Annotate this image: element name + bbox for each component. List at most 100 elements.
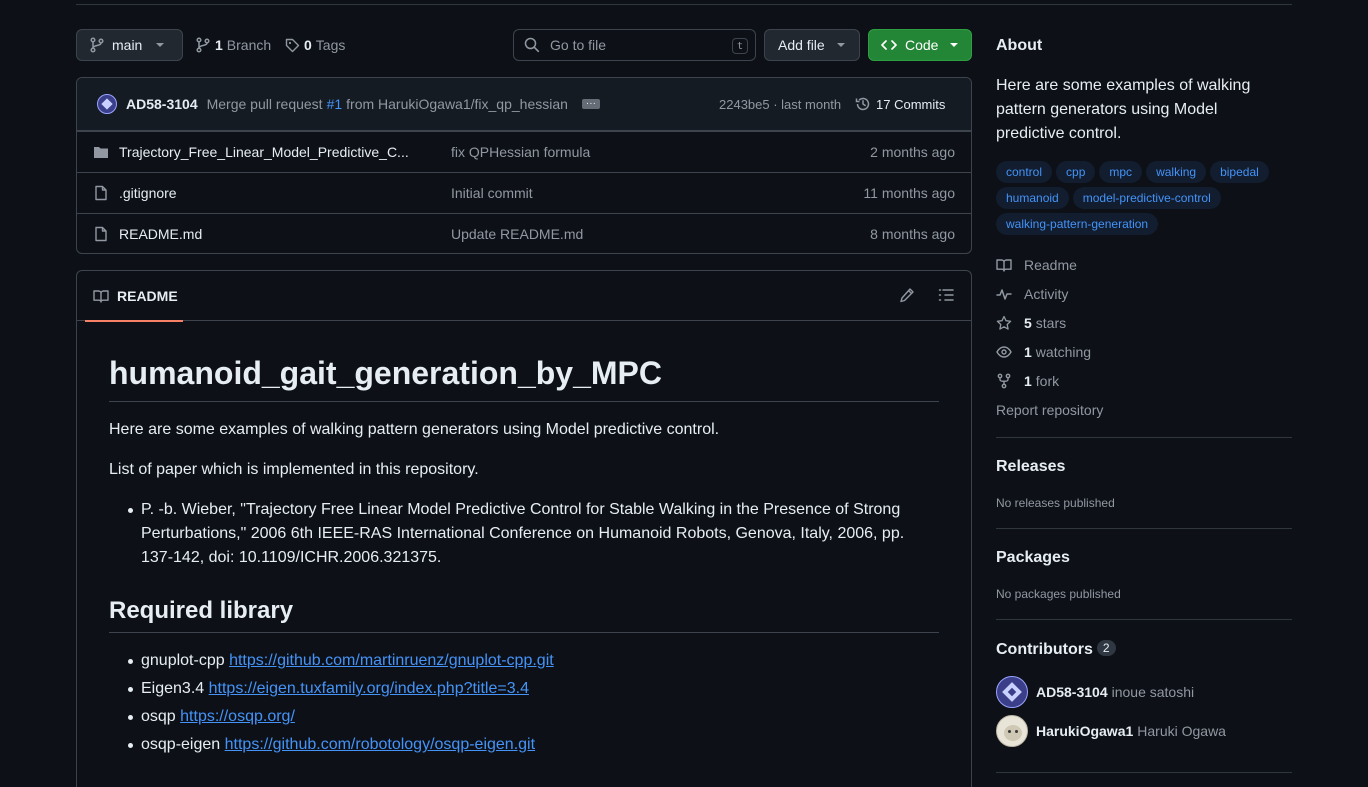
list-item: Eigen3.4 https://eigen.tuxfamily.org/ind… [128,677,939,701]
forks-link[interactable]: 1 fork [996,373,1059,389]
file-name[interactable]: README.md [119,226,202,242]
readme-title: humanoid_gait_generation_by_MPC [109,353,939,402]
outline-list-icon[interactable] [938,287,954,303]
go-to-file-input[interactable]: Go to file t [513,29,756,61]
library-name: osqp [141,708,176,725]
file-browser: AD58-3104 Merge pull request #1 from Har… [76,77,972,254]
tags-link[interactable]: 0 Tags [285,37,345,53]
file-row[interactable]: .gitignore Initial commit 11 months ago [77,172,971,213]
topic-tag[interactable]: walking-pattern-generation [996,213,1159,235]
topic-tag[interactable]: humanoid [996,187,1069,209]
topic-tag[interactable]: bipedal [1210,161,1269,183]
required-library-heading: Required library [109,596,939,633]
branch-name: main [112,37,143,53]
file-commit-date: 11 months ago [863,185,955,201]
pencil-icon[interactable] [899,287,915,303]
library-link[interactable]: https://github.com/robotology/osqp-eigen… [225,736,535,753]
pull-request-link[interactable]: #1 [327,96,343,112]
library-name: gnuplot-cpp [141,652,225,669]
branch-icon [196,37,210,53]
chevron-down-icon [836,43,845,47]
library-name: Eigen3.4 [141,680,205,697]
keyboard-shortcut-badge: t [732,38,748,54]
contributor-name: inoue satoshi [1111,684,1195,700]
watching-link[interactable]: 1 watching [996,344,1091,360]
file-commit-message[interactable]: Initial commit [451,185,533,201]
activity-link[interactable]: Activity [996,286,1068,302]
book-icon [93,288,109,304]
commits-link[interactable]: 17 Commits [855,96,945,112]
file-row[interactable]: Trajectory_Free_Linear_Model_Predictive_… [77,131,971,172]
divider [996,772,1292,773]
contributor-item[interactable]: AD58-3104 inoue satoshi [996,676,1194,708]
library-link[interactable]: https://eigen.tuxfamily.org/index.php?ti… [209,680,529,697]
search-icon [524,37,540,53]
report-label: Report repository [996,402,1104,418]
releases-empty: No releases published [996,496,1115,510]
file-icon [93,185,109,201]
branch-icon [90,37,104,53]
star-icon [996,315,1024,331]
list-item: gnuplot-cpp https://github.com/martinrue… [128,649,939,673]
eye-icon [996,344,1024,360]
readme-header: README [77,271,971,322]
file-commit-date: 8 months ago [870,226,955,242]
readme-link[interactable]: Readme [996,257,1077,273]
file-name[interactable]: .gitignore [119,185,177,201]
commit-hash-time[interactable]: 2243be5 · last month [719,97,841,112]
code-button[interactable]: Code [868,29,972,61]
file-commit-message[interactable]: fix QPHessian formula [451,144,590,160]
fork-icon [996,373,1024,389]
add-file-button[interactable]: Add file [764,29,860,61]
contributor-item[interactable]: HarukiOgawa1 Haruki Ogawa [996,715,1226,747]
commit-message-suffix[interactable]: from HarukiOgawa1/fix_qp_hessian [346,96,568,112]
stars-count: 5 [1024,315,1032,331]
commits-count: 17 Commits [876,96,946,112]
pulse-icon [996,286,1024,302]
branch-select-button[interactable]: main [76,29,183,61]
file-commit-message[interactable]: Update README.md [451,226,583,242]
topic-tag[interactable]: control [996,161,1053,183]
readme-panel: README humanoid_gait_generation_by_MPC H… [76,270,972,787]
file-row[interactable]: README.md Update README.md 8 months ago [77,213,971,253]
avatar [996,676,1028,708]
contributors-count: 2 [1096,640,1116,656]
readme-link-label: Readme [1024,257,1077,273]
avatar [996,715,1028,747]
topic-tag[interactable]: mpc [1099,161,1143,183]
packages-empty: No packages published [996,587,1121,601]
watching-label: watching [1035,344,1092,360]
library-link[interactable]: https://github.com/martinruenz/gnuplot-c… [229,652,554,669]
commit-author[interactable]: AD58-3104 [126,96,198,112]
tab-readme[interactable]: README [85,271,183,322]
contributors-heading-label: Contributors [996,641,1093,658]
contributors-heading[interactable]: Contributors 2 [996,640,1116,659]
file-name[interactable]: Trajectory_Free_Linear_Model_Predictive_… [119,144,409,160]
folder-icon [93,144,109,160]
list-item: osqp-eigen https://github.com/robotology… [128,733,939,757]
topic-tag[interactable]: model-predictive-control [1072,187,1221,209]
expand-commit-button[interactable]: ··· [581,99,600,109]
topic-tag[interactable]: cpp [1056,161,1096,183]
file-icon [93,226,109,242]
contributor-login: AD58-3104 [1036,684,1108,700]
packages-heading[interactable]: Packages [996,549,1070,567]
divider [996,528,1292,529]
releases-heading[interactable]: Releases [996,458,1065,476]
file-commit-date: 2 months ago [870,144,955,160]
topics-list: control cpp mpc walking bipedal humanoid model… [996,161,1292,239]
stars-link[interactable]: 5 stars [996,315,1066,331]
report-repository-link[interactable]: Report repository [996,402,1103,418]
avatar[interactable] [97,94,117,114]
contributor-login: HarukiOgawa1 [1036,723,1134,739]
library-link[interactable]: https://osqp.org/ [180,708,295,725]
stars-label: stars [1035,315,1067,331]
divider [996,619,1292,620]
history-icon [855,96,871,112]
contributor-name: Haruki Ogawa [1137,723,1226,739]
topic-tag[interactable]: walking [1146,161,1207,183]
branches-link[interactable]: 1 Branch [196,37,271,53]
library-name: osqp-eigen [141,736,221,753]
activity-label: Activity [1024,286,1069,302]
commit-message-prefix[interactable]: Merge pull request [207,96,323,112]
